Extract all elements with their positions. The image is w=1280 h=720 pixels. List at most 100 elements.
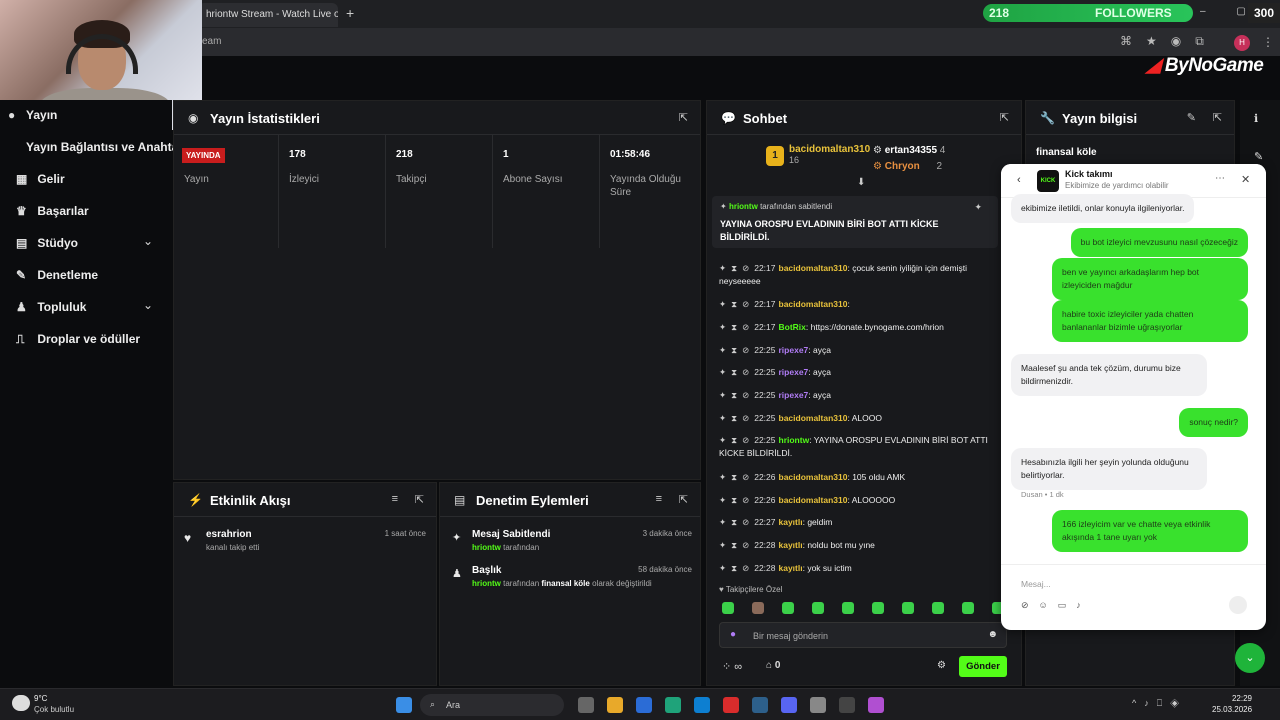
wrench-icon: 🔧 xyxy=(1040,111,1055,125)
chat-message[interactable]: ✦ ⧗ ⊘ 22:25 bacidomaltan310: ALOOO xyxy=(719,412,1001,425)
popout-icon[interactable]: ⇱ xyxy=(679,493,688,506)
popout-icon[interactable]: ⇱ xyxy=(1000,111,1009,124)
sidebar-item-topluluk[interactable]: ♟ Topluluk xyxy=(16,300,86,314)
drops-icon: ⎍ xyxy=(16,332,25,346)
emote-icon[interactable] xyxy=(932,602,944,614)
clock-time: 22:29 xyxy=(1231,694,1252,703)
popout-icon[interactable]: ⇱ xyxy=(679,111,688,124)
emote-icon[interactable] xyxy=(722,602,734,614)
profile-avatar[interactable]: H xyxy=(1234,35,1250,51)
timeout-icon: ⧗ xyxy=(731,563,738,573)
support-message: 166 izleyicim var ve chatte veya etkinli… xyxy=(1052,510,1248,552)
popout-icon[interactable]: ⇱ xyxy=(415,493,424,506)
send-button[interactable]: Gönder xyxy=(959,656,1007,677)
chat-message[interactable]: ✦ ⧗ ⊘ 22:25 ripexe7: ayça xyxy=(719,366,1001,379)
emote-icon[interactable] xyxy=(962,602,974,614)
sidebar: ● Yayın Yayın Bağlantısı ve Anahtarı ▦ Ge… xyxy=(0,100,186,688)
support-input-area[interactable]: Mesaj... ⊘☺▭♪ xyxy=(1001,564,1266,630)
sidebar-item-stream-key[interactable]: Yayın Bağlantısı ve Anahtarı xyxy=(26,140,186,154)
chat-message[interactable]: ✦ ⧗ ⊘ 22:26 bacidomaltan310: 105 oldu AMK xyxy=(719,471,1001,484)
attachment-icons[interactable]: ⊘☺▭♪ xyxy=(1021,600,1091,611)
emote-icon[interactable] xyxy=(842,602,854,614)
emote-icon[interactable] xyxy=(752,602,764,614)
channel-points[interactable]: ⌂ 0 xyxy=(766,660,780,671)
close-icon[interactable]: ✕ xyxy=(1241,173,1250,186)
sidebar-item-gelir[interactable]: ▦ Gelir xyxy=(16,172,65,186)
sidebar-item-denetleme[interactable]: ✎ Denetleme xyxy=(16,268,98,282)
chat-message[interactable]: ✦ ⧗ ⊘ 22:25 ripexe7: ayça xyxy=(719,389,1001,402)
chat-message[interactable]: ✦ ⧗ ⊘ 22:25 ripexe7: ayça xyxy=(719,344,1001,357)
timeout-icon: ⧗ xyxy=(731,367,738,377)
chat-message[interactable]: ✦ ⧗ ⊘ 22:25 hriontw: YAYINA OROSPU EVLADININ… xyxy=(719,434,1001,460)
unpin-icon[interactable]: ✦ xyxy=(974,202,982,213)
taskbar-app-icon[interactable] xyxy=(839,697,855,713)
windows-start-icon[interactable] xyxy=(396,697,412,713)
taskbar-app-icon[interactable] xyxy=(868,697,884,713)
chevron-down-icon[interactable]: ⌄ xyxy=(143,234,153,248)
edit-icon[interactable]: ✎ xyxy=(1187,111,1196,124)
support-launcher-button[interactable]: ⌄ xyxy=(1235,643,1265,673)
settings-gear-icon[interactable]: ⚙ xyxy=(937,660,946,671)
emote-icon[interactable] xyxy=(902,602,914,614)
emote-icon[interactable] xyxy=(812,602,824,614)
pin-icon: ✦ xyxy=(719,390,727,400)
browser-tab[interactable]: hriontw Stream - Watch Live on xyxy=(198,3,338,27)
chat-footer-left[interactable]: ⁘ ∞ xyxy=(722,660,742,673)
sidebar-item-studyo[interactable]: ▤ Stüdyo xyxy=(16,236,78,250)
top-gifter-2[interactable]: ⚙ ertan34355 4 xyxy=(873,143,945,159)
stats-icon: ◉ xyxy=(188,111,199,125)
chat-message[interactable]: ✦ ⧗ ⊘ 22:28 kayıtlı: yok su ictim xyxy=(719,562,1001,575)
chat-message[interactable]: ✦ ⧗ ⊘ 22:27 kayıtlı: geldim xyxy=(719,516,1001,529)
chat-message[interactable]: ✦ ⧗ ⊘ 22:28 kayıtlı: noldu bot mu yıne xyxy=(719,539,1001,552)
info-icon[interactable]: ℹ xyxy=(1254,112,1258,125)
pen-icon[interactable]: ✎ xyxy=(1254,150,1263,163)
menu-icon[interactable]: ⋮ xyxy=(1262,35,1274,49)
top-gifter-3[interactable]: ⚙ Chryon 2 xyxy=(873,159,942,175)
filter-icon[interactable]: ≡ xyxy=(656,493,662,505)
top-gifter-1[interactable]: bacidomaltan310 16 xyxy=(789,144,870,166)
activity-item: ♥ esrahrion kanalı takip etti 1 saat önc… xyxy=(184,529,426,552)
ban-icon: ⊘ xyxy=(742,367,750,377)
emoji-icon[interactable]: ☻ xyxy=(987,629,998,640)
taskbar-app-icon[interactable] xyxy=(752,697,768,713)
chat-message[interactable]: ✦ ⧗ ⊘ 22:17 bacidomaltan310: çocuk senin iyi… xyxy=(719,262,1001,288)
sidebar-item-yayin[interactable]: ● Yayın xyxy=(8,108,57,122)
browser-toolbar-icons[interactable]: ⌘★◉⧉ xyxy=(1120,34,1218,49)
taskbar-app-icon[interactable] xyxy=(607,697,623,713)
filter-icon[interactable]: ≡ xyxy=(392,493,398,505)
taskbar-app-icon[interactable] xyxy=(694,697,710,713)
support-message: ben ve yayıncı arkadaşlarım hep bot izle… xyxy=(1052,258,1248,300)
sidebar-item-droplar[interactable]: ⎍ Droplar ve ödüller xyxy=(16,332,140,347)
pin-icon: ✦ xyxy=(719,413,727,423)
taskbar-search[interactable]: ⌕ Ara xyxy=(420,694,564,716)
emote-icon[interactable] xyxy=(782,602,794,614)
ban-icon: ⊘ xyxy=(742,263,750,273)
taskbar-app-icon[interactable] xyxy=(636,697,652,713)
ban-icon: ⊘ xyxy=(742,413,750,423)
popout-icon[interactable]: ⇱ xyxy=(1213,111,1222,124)
chat-input[interactable]: ● Bir mesaj gönderin ☻ xyxy=(719,622,1007,648)
taskbar-app-icon[interactable] xyxy=(578,697,594,713)
new-tab-button[interactable]: + xyxy=(346,5,354,21)
chevron-down-icon[interactable]: ⌄ xyxy=(143,298,153,312)
emote-icon[interactable] xyxy=(872,602,884,614)
taskbar-app-icon[interactable] xyxy=(665,697,681,713)
pin-icon: ✦ xyxy=(719,435,727,445)
taskbar-app-icon[interactable] xyxy=(781,697,797,713)
back-icon[interactable]: ‹ xyxy=(1017,174,1021,186)
mic-icon: ● xyxy=(730,629,737,640)
followers-overlay: 218 FOLLOWERS xyxy=(983,4,1193,22)
system-tray[interactable]: ^♪⎕◈ xyxy=(1132,698,1187,709)
activity-feed-panel: ⚡ Etkinlik Akışı ≡ ⇱ ♥ esrahrion kanalı … xyxy=(173,482,437,686)
chat-message[interactable]: ✦ ⧗ ⊘ 22:26 bacidomaltan310: ALOOOOO xyxy=(719,494,1001,507)
taskbar-app-icon[interactable] xyxy=(810,697,826,713)
chat-message[interactable]: ✦ ⧗ ⊘ 22:17 bacidomaltan310: xyxy=(719,298,1001,311)
address-text[interactable]: eam xyxy=(202,36,221,47)
sidebar-item-basarilar[interactable]: ♛ Başarılar xyxy=(16,204,89,218)
chat-message[interactable]: ✦ ⧗ ⊘ 22:17 BotRix: https://donate.bynogame.… xyxy=(719,321,1001,334)
expand-icon[interactable]: ⬇ xyxy=(857,177,865,188)
taskbar-app-icon[interactable] xyxy=(723,697,739,713)
more-icon[interactable]: ⋯ xyxy=(1215,173,1225,184)
user-edit-icon: ♟ xyxy=(452,568,462,580)
send-icon[interactable] xyxy=(1229,596,1247,614)
